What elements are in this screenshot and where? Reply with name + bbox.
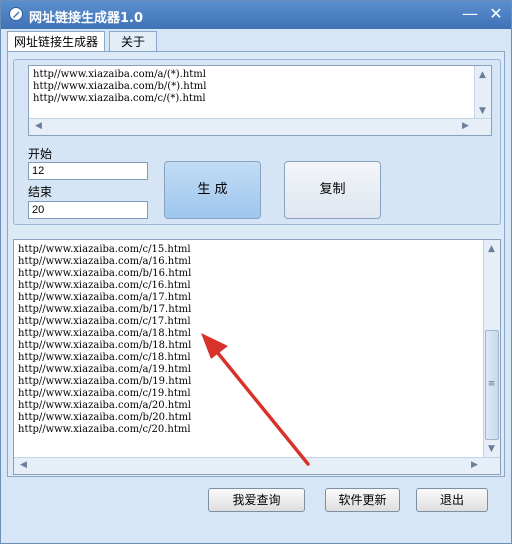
output-line: http//www.xiazaiba.com/c/16.html	[18, 280, 191, 291]
app-window: 网址链接生成器1.0 — ✕ 网址链接生成器 关于 http//www.xiaz…	[0, 0, 512, 544]
end-label: 结束	[28, 185, 53, 199]
end-input[interactable]: 20	[28, 201, 148, 219]
template-vertical-scrollbar[interactable]: ▲ ▼	[474, 66, 491, 120]
scroll-down-icon[interactable]: ▼	[484, 442, 499, 457]
tab-about[interactable]: 关于	[109, 31, 157, 51]
minimize-button[interactable]: —	[459, 4, 481, 24]
scroll-right-icon[interactable]: ▶	[458, 119, 473, 134]
template-line: http//www.xiazaiba.com/b/(*).html	[33, 81, 207, 92]
output-line: http//www.xiazaiba.com/a/19.html	[18, 364, 191, 375]
scroll-left-icon[interactable]: ◀	[16, 458, 31, 473]
annotation-arrow-icon	[201, 333, 310, 466]
output-line: http//www.xiazaiba.com/a/16.html	[18, 256, 191, 267]
window-title: 网址链接生成器1.0	[29, 11, 144, 26]
output-line: http//www.xiazaiba.com/c/17.html	[18, 316, 191, 327]
scroll-up-icon[interactable]: ▲	[475, 68, 490, 83]
output-line: http//www.xiazaiba.com/a/20.html	[18, 400, 191, 411]
output-line: http//www.xiazaiba.com/c/15.html	[18, 244, 191, 255]
output-line: http//www.xiazaiba.com/b/17.html	[18, 304, 192, 315]
generate-button[interactable]: 生 成	[164, 161, 261, 219]
output-line: http//www.xiazaiba.com/b/16.html	[18, 268, 192, 279]
start-label: 开始	[28, 147, 53, 161]
query-button[interactable]: 我爱查询	[208, 488, 305, 512]
scroll-down-icon[interactable]: ▼	[475, 104, 490, 119]
template-horizontal-scrollbar[interactable]: ◀ ▶	[29, 118, 491, 135]
scroll-right-icon[interactable]: ▶	[467, 458, 482, 473]
pencil-icon	[9, 7, 23, 21]
output-line: http//www.xiazaiba.com/b/19.html	[18, 376, 192, 387]
template-line: http//www.xiazaiba.com/a/(*).html	[33, 69, 206, 80]
scroll-left-icon[interactable]: ◀	[31, 119, 46, 134]
scroll-up-icon[interactable]: ▲	[484, 242, 499, 257]
output-line: http//www.xiazaiba.com/c/19.html	[18, 388, 191, 399]
copy-button[interactable]: 复制	[284, 161, 381, 219]
output-line: http//www.xiazaiba.com/b/20.html	[18, 412, 192, 423]
tab-link-generator[interactable]: 网址链接生成器	[7, 31, 105, 52]
template-line: http//www.xiazaiba.com/c/(*).html	[33, 93, 206, 104]
output-line: http//www.xiazaiba.com/b/18.html	[18, 340, 192, 351]
template-textarea[interactable]: http//www.xiazaiba.com/a/(*).html http//…	[28, 65, 492, 136]
output-line: http//www.xiazaiba.com/c/18.html	[18, 352, 191, 363]
update-button[interactable]: 软件更新	[325, 488, 400, 512]
output-line: http//www.xiazaiba.com/a/17.html	[18, 292, 191, 303]
output-vertical-scrollbar[interactable]: ▲ ≡ ▼	[483, 240, 500, 459]
close-button[interactable]: ✕	[485, 4, 507, 24]
start-input[interactable]: 12	[28, 162, 148, 180]
output-line: http//www.xiazaiba.com/a/18.html	[18, 328, 191, 339]
grip-icon: ≡	[487, 379, 496, 389]
exit-button[interactable]: 退出	[416, 488, 488, 512]
title-bar[interactable]: 网址链接生成器1.0 — ✕	[1, 1, 511, 29]
output-line: http//www.xiazaiba.com/c/20.html	[18, 424, 191, 435]
